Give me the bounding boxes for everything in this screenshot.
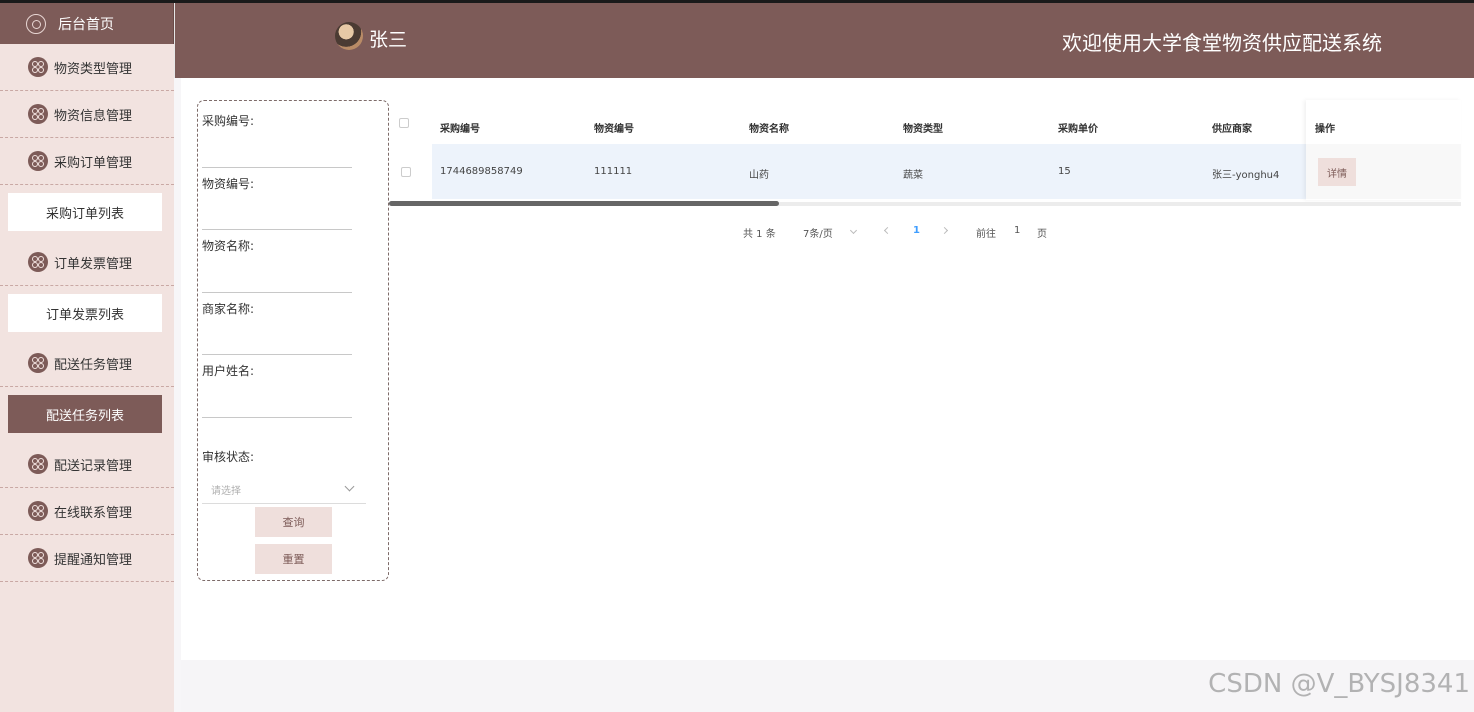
sidebar-item-label: 配送记录管理 — [54, 458, 133, 474]
table-cell: 15 — [1058, 166, 1071, 177]
menu-icon — [28, 151, 48, 171]
menu-icon — [28, 252, 48, 272]
top-header: 张三 欢迎使用大学食堂物资供应配送系统 — [174, 3, 1474, 78]
data-table: 采购编号 物资编号 物资名称 物资类型 采购单价 供应商家 1744689858… — [389, 100, 1461, 206]
sidebar-item-label: 采购订单管理 — [54, 155, 133, 171]
review-status-underline — [202, 503, 366, 504]
sidebar-item-material-type[interactable]: 物资类型管理 — [0, 44, 174, 91]
goto-page-input[interactable]: 1 — [1014, 225, 1020, 236]
site-title: 欢迎使用大学食堂物资供应配送系统 — [1062, 31, 1382, 55]
menu-icon — [28, 501, 48, 521]
merchant-name-input[interactable] — [202, 354, 352, 355]
material-number-input[interactable] — [202, 229, 352, 230]
chevron-down-icon[interactable] — [344, 481, 355, 492]
table-cell: 1744689858749 — [440, 166, 523, 177]
operation-column: 操作 详情 — [1306, 100, 1461, 200]
page-size-select[interactable]: 7条/页 — [803, 225, 833, 240]
column-header[interactable]: 供应商家 — [1212, 120, 1252, 135]
table-cell: 111111 — [594, 166, 633, 177]
sidebar-item-material-info[interactable]: 物资信息管理 — [0, 91, 174, 138]
purchase-number-label: 采购编号: — [202, 114, 255, 128]
sidebar-home-label: 后台首页 — [58, 16, 114, 33]
search-form: 采购编号: 物资编号: 物资名称: 商家名称: 用户姓名: 审核状态: 请选择 … — [197, 100, 389, 581]
goto-suffix: 页 — [1037, 229, 1047, 240]
prev-page-icon[interactable] — [883, 226, 892, 235]
column-header[interactable]: 物资编号 — [594, 120, 634, 135]
user-name-label: 用户姓名: — [202, 364, 255, 378]
sidebar-item-label: 订单发票管理 — [54, 256, 133, 272]
next-page-icon[interactable] — [940, 226, 949, 235]
column-header[interactable]: 采购单价 — [1058, 120, 1098, 135]
material-number-label: 物资编号: — [202, 177, 255, 191]
menu-icon — [28, 548, 48, 568]
review-status-select[interactable]: 请选择 — [211, 482, 241, 497]
avatar[interactable] — [335, 22, 363, 50]
menu-icon — [28, 454, 48, 474]
reset-button[interactable]: 重置 — [255, 544, 332, 574]
table-row[interactable] — [432, 144, 1307, 199]
detail-button[interactable]: 详情 — [1318, 158, 1356, 186]
column-header[interactable]: 物资类型 — [903, 120, 943, 135]
table-cell: 张三-yonghu4 — [1212, 170, 1280, 181]
main-content: 采购编号: 物资编号: 物资名称: 商家名称: 用户姓名: 审核状态: 请选择 … — [181, 78, 1474, 660]
chevron-down-icon[interactable] — [849, 226, 858, 235]
column-header[interactable]: 采购编号 — [440, 120, 480, 135]
current-page-number[interactable]: 1 — [913, 225, 920, 236]
sidebar-item-online-contact[interactable]: 在线联系管理 — [0, 488, 174, 535]
menu-icon — [28, 104, 48, 124]
purchase-number-input[interactable] — [202, 167, 352, 168]
table-cell: 山药 — [749, 170, 769, 181]
menu-icon — [28, 353, 48, 373]
column-header[interactable]: 物资名称 — [749, 120, 789, 135]
home-icon — [26, 13, 46, 34]
sidebar-item-label: 物资类型管理 — [54, 61, 133, 77]
user-name-input[interactable] — [202, 417, 352, 418]
operation-cell: 详情 — [1306, 144, 1461, 199]
sidebar-item-reminder[interactable]: 提醒通知管理 — [0, 535, 174, 582]
sidebar-item-delivery-task[interactable]: 配送任务管理 — [0, 340, 174, 387]
sidebar-item-invoice[interactable]: 订单发票管理 — [0, 239, 174, 286]
sidebar: 后台首页 物资类型管理 物资信息管理 采购订单管理 采购订单列表 订单发票管理 … — [0, 3, 174, 712]
row-checkbox[interactable] — [401, 167, 411, 177]
table-cell: 蔬菜 — [903, 170, 923, 181]
username[interactable]: 张三 — [369, 25, 407, 52]
sidebar-item-label: 提醒通知管理 — [54, 552, 133, 568]
sidebar-item-label: 在线联系管理 — [54, 505, 133, 521]
material-name-input[interactable] — [202, 292, 352, 293]
goto-prefix: 前往 — [976, 229, 996, 240]
material-name-label: 物资名称: — [202, 239, 255, 253]
sidebar-item-label: 配送任务管理 — [54, 357, 133, 373]
pagination-total: 共 1 条 — [743, 229, 776, 240]
select-all-checkbox[interactable] — [399, 118, 409, 128]
sidebar-item-delivery-record[interactable]: 配送记录管理 — [0, 441, 174, 488]
sidebar-item-label: 物资信息管理 — [54, 108, 133, 124]
query-button[interactable]: 查询 — [255, 507, 332, 537]
merchant-name-label: 商家名称: — [202, 302, 255, 316]
sidebar-subitem-invoice-list[interactable]: 订单发票列表 — [8, 294, 162, 332]
sidebar-subitem-purchase-order-list[interactable]: 采购订单列表 — [8, 193, 162, 231]
horizontal-scrollbar[interactable] — [389, 201, 779, 206]
column-header: 操作 — [1315, 124, 1335, 135]
review-status-label: 审核状态: — [202, 450, 255, 464]
sidebar-item-purchase-order[interactable]: 采购订单管理 — [0, 138, 174, 185]
sidebar-subitem-delivery-task-list[interactable]: 配送任务列表 — [8, 395, 162, 433]
menu-icon — [28, 57, 48, 77]
watermark: CSDN @V_BYSJ8341 — [1208, 669, 1470, 699]
sidebar-home[interactable]: 后台首页 — [0, 3, 174, 44]
